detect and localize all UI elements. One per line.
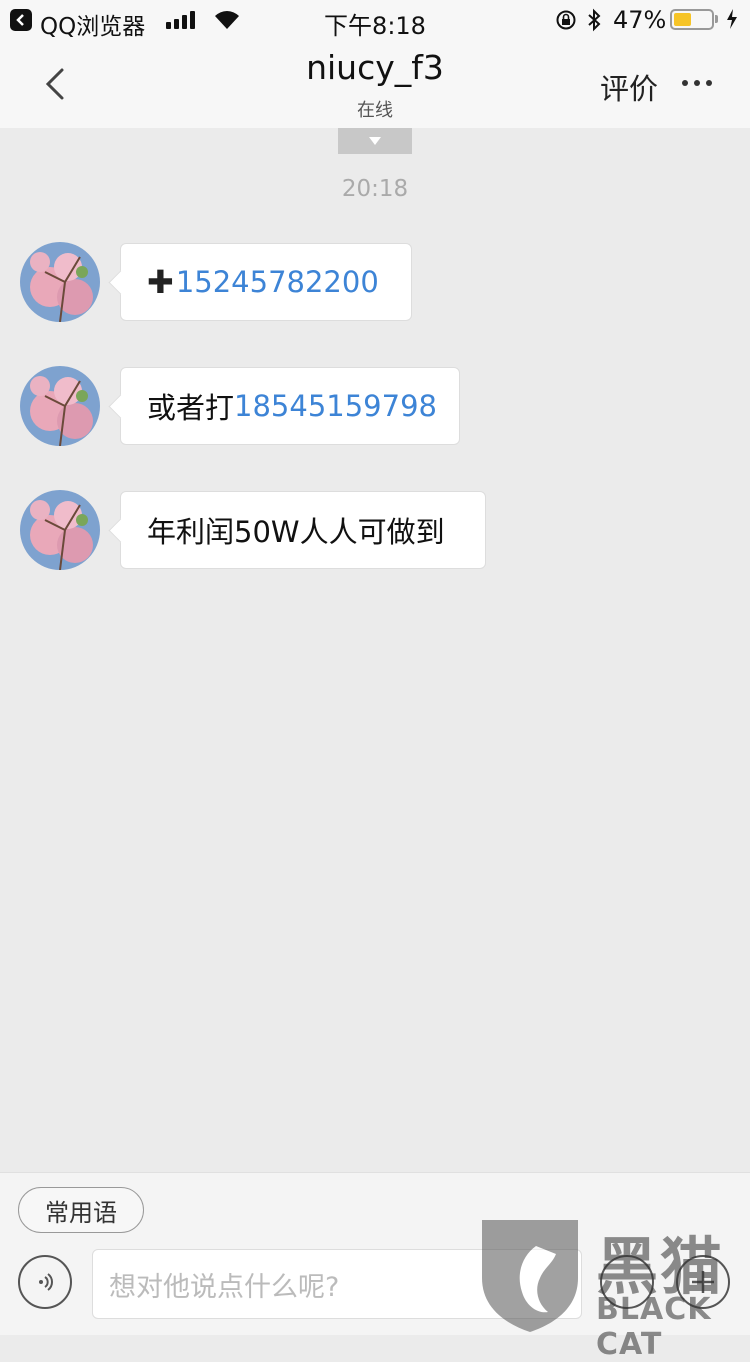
battery-level <box>674 13 691 26</box>
message-timestamp: 20:18 <box>341 176 409 202</box>
pull-down-toggle[interactable] <box>338 128 412 154</box>
plus-icon: ✚ <box>147 263 174 301</box>
input-placeholder: 想对他说点什么呢? <box>109 1271 340 1303</box>
message-bubble[interactable]: ✚ 15245782200 <box>120 243 412 321</box>
bluetooth-icon <box>588 8 601 32</box>
voice-icon[interactable] <box>18 1255 72 1309</box>
charging-icon <box>727 9 737 29</box>
phone-link[interactable]: 15245782200 <box>176 265 379 299</box>
common-phrases-button[interactable]: 常用语 <box>18 1187 144 1233</box>
more-icon[interactable] <box>682 80 712 86</box>
message-bubble[interactable]: 或者打 18545159798 <box>120 367 460 445</box>
rate-button[interactable]: 评价 <box>600 66 658 108</box>
message-text: 或者打 <box>147 391 235 425</box>
cat-shield-logo-icon <box>482 1220 578 1332</box>
battery-tip <box>715 15 718 23</box>
triangle-down-icon <box>369 137 381 145</box>
phone-link[interactable]: 18545159798 <box>234 389 437 423</box>
status-bar: QQ浏览器 下午8:18 47% <box>0 0 750 40</box>
avatar[interactable] <box>20 366 100 446</box>
orientation-lock-icon <box>556 10 576 30</box>
message-text: 年利闰50W人人可做到 <box>147 515 445 549</box>
message-bubble[interactable]: 年利闰50W人人可做到 <box>120 491 486 569</box>
avatar[interactable] <box>20 490 100 570</box>
watermark-en: BLACK CAT <box>596 1292 712 1362</box>
watermark: 黑猫 BLACK CAT <box>478 1216 750 1362</box>
avatar[interactable] <box>20 242 100 322</box>
nav-bar: niucy_f3 在线 评价 <box>0 40 750 128</box>
battery-percent: 47% <box>613 6 667 34</box>
battery-icon <box>670 9 714 30</box>
